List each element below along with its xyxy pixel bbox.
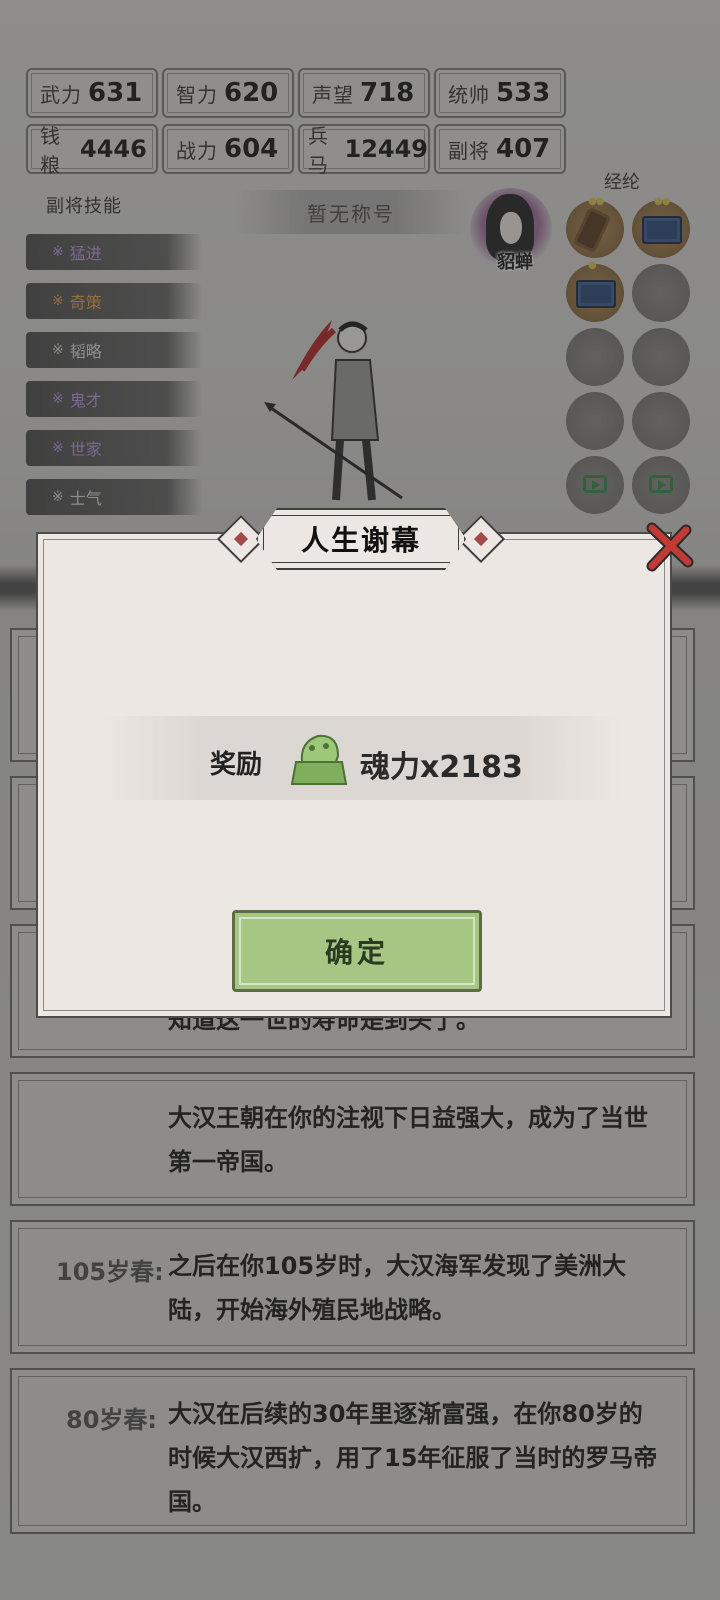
dialog-title: 人生谢幕 — [256, 508, 466, 570]
close-icon[interactable] — [644, 522, 694, 572]
dialog-title-plaque: 人生谢幕 — [216, 508, 506, 570]
jade-seal-icon — [290, 734, 348, 785]
reward-label: 奖励 — [210, 750, 263, 780]
confirm-button[interactable]: 确定 — [232, 910, 482, 992]
reward-value: 魂力x2183 — [360, 750, 523, 785]
